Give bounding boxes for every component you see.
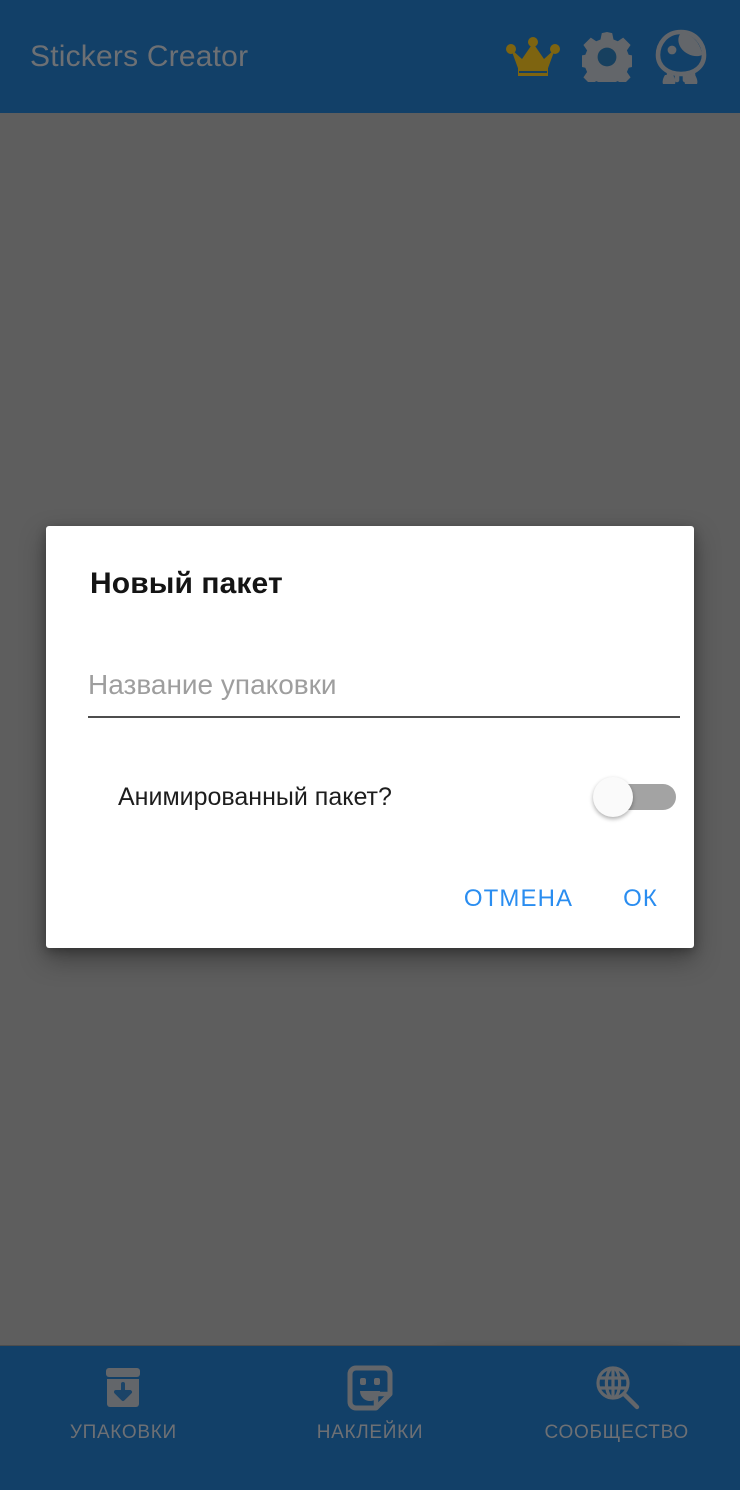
animated-pack-row[interactable]: Анимированный пакет? (72, 763, 694, 831)
sticker-smiley-icon (347, 1364, 393, 1412)
nav-label-stickers: НАКЛЕЙКИ (316, 1422, 424, 1443)
mascot-icon[interactable] (644, 20, 718, 94)
new-pack-dialog: Новый пакет Анимированный пакет? ОТМЕНА … (46, 526, 694, 948)
ok-button[interactable]: ОК (607, 875, 674, 923)
pack-name-input[interactable] (88, 654, 680, 716)
dialog-title: Новый пакет (90, 567, 283, 600)
nav-label-community: СООБЩЕСТВО (544, 1422, 689, 1443)
crown-icon[interactable] (496, 20, 570, 94)
pack-name-field[interactable] (88, 654, 680, 718)
bottom-navigation: УПАКОВКИ НАКЛЕЙКИ СООБЩЕСТВО (0, 1345, 740, 1490)
globe-search-icon (593, 1364, 641, 1412)
top-app-bar: Stickers Creator (0, 0, 740, 113)
nav-item-packs[interactable]: УПАКОВКИ (0, 1346, 247, 1444)
animated-pack-toggle[interactable] (593, 777, 676, 817)
app-title: Stickers Creator (30, 39, 249, 73)
package-download-icon (102, 1364, 144, 1412)
nav-label-packs: УПАКОВКИ (69, 1422, 177, 1443)
gear-icon[interactable] (570, 20, 644, 94)
app-screen: Stickers Creator УПАКОВКИ НАКЛЕЙКИ СООБЩ… (0, 0, 740, 1490)
nav-item-community[interactable]: СООБЩЕСТВО (493, 1346, 740, 1444)
animated-pack-label: Анимированный пакет? (118, 782, 392, 811)
dialog-actions: ОТМЕНА ОК (46, 862, 694, 936)
nav-item-stickers[interactable]: НАКЛЕЙКИ (247, 1346, 494, 1444)
toggle-thumb (593, 777, 633, 817)
cancel-button[interactable]: ОТМЕНА (448, 875, 589, 923)
